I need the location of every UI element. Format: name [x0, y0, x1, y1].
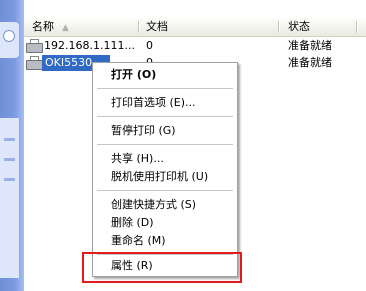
column-header-name[interactable]: 名称 ▲	[32, 18, 69, 36]
column-header-documents[interactable]: 文档	[146, 18, 168, 36]
list-header: 名称 ▲ 文档 状态	[24, 18, 366, 37]
menu-item-pause-printing[interactable]: 暂停打印 (G)	[93, 122, 237, 140]
sort-ascending-icon: ▲	[62, 23, 69, 33]
printer-name: 192.168.1.111...	[44, 39, 135, 52]
menu-item-sharing[interactable]: 共享 (H)...	[93, 150, 237, 168]
context-menu: 打开 (O) 打印首选项 (E)... 暂停打印 (G) 共享 (H)... 脱…	[92, 62, 238, 277]
printer-status: 准备就绪	[288, 39, 332, 52]
menu-item-use-printer-offline[interactable]: 脱机使用打印机 (U)	[93, 168, 237, 186]
column-header-status[interactable]: 状态	[288, 18, 310, 36]
printer-icon	[26, 56, 43, 70]
document-count: 0	[146, 39, 153, 52]
menu-item-open[interactable]: 打开 (O)	[93, 66, 237, 84]
task-pane	[0, 0, 24, 291]
task-pane-group	[0, 118, 19, 278]
task-pane-group[interactable]	[0, 22, 19, 58]
menu-item-rename[interactable]: 重命名 (M)	[93, 232, 237, 250]
highlight-annotation	[82, 252, 242, 283]
collapse-toggle-icon[interactable]	[3, 30, 15, 42]
printer-row[interactable]: 192.168.1.111... 0 准备就绪	[24, 38, 366, 54]
menu-item-create-shortcut[interactable]: 创建快捷方式 (S)	[93, 196, 237, 214]
printer-icon	[26, 39, 43, 53]
menu-item-delete[interactable]: 删除 (D)	[93, 214, 237, 232]
menu-item-printing-preferences[interactable]: 打印首选项 (E)...	[93, 94, 237, 112]
printer-status: 准备就绪	[288, 56, 332, 69]
